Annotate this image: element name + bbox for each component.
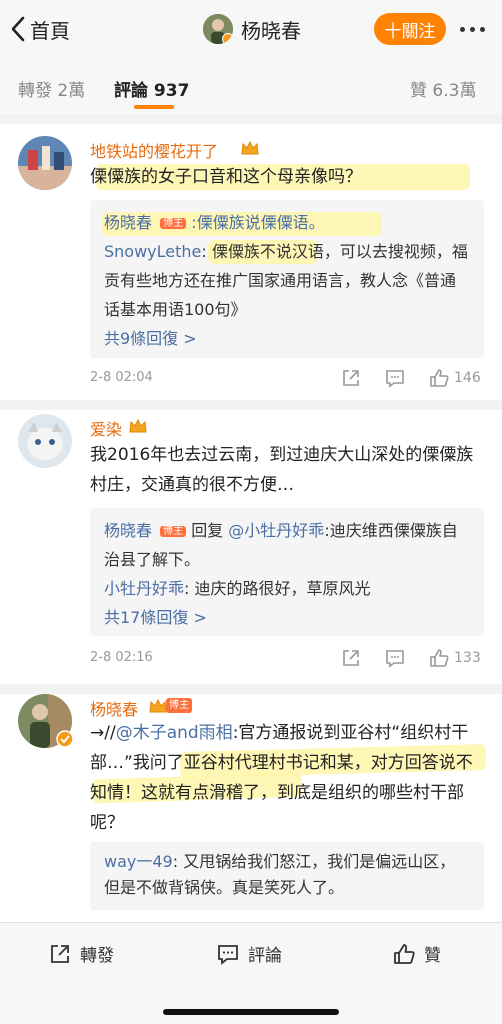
- comment-time: 2-8 02:04: [90, 370, 153, 385]
- comment-username[interactable]: 地铁站的樱花开了: [90, 138, 218, 162]
- comment-label: 評論: [248, 946, 282, 966]
- profile-title[interactable]: 杨晓春: [203, 12, 301, 46]
- comment-icon: [386, 650, 404, 668]
- divider: [0, 684, 502, 694]
- share-icon: [343, 370, 359, 386]
- back-button[interactable]: 首頁: [10, 14, 70, 44]
- comment-text: 我2016年也去过云南，到过迪庆大山深处的傈僳族村庄，交通真的很不方便…: [90, 445, 474, 495]
- reply-item: SnowyLethe: 傈僳族不说汉语，可以去搜视频，福贡有些地方还在推广国家通…: [104, 237, 470, 324]
- comment-text: →//@木子and雨相:官方通报说到亚谷村“组织村干部…”我问了亚谷村代理村书记…: [90, 718, 480, 838]
- follow-button[interactable]: 十關注: [374, 13, 446, 45]
- crown-icon: [241, 140, 259, 155]
- avatar-image: [18, 136, 72, 190]
- home-indicator[interactable]: [163, 1009, 339, 1015]
- tab-bar: 轉發 2萬 評論 937 贊 6.3萬: [0, 58, 502, 114]
- mention-link[interactable]: @木子and雨相: [116, 723, 233, 743]
- tab-likes[interactable]: 贊 6.3萬: [410, 76, 476, 101]
- active-tab-indicator: [134, 105, 174, 109]
- divider: [0, 400, 502, 410]
- comment-username[interactable]: 爱染: [90, 416, 122, 440]
- crown-icon: [149, 698, 167, 713]
- avatar-image: [18, 414, 72, 468]
- thumbs-up-icon: [430, 649, 449, 667]
- author-badge: 博主: [160, 526, 187, 537]
- comment-button[interactable]: 評論: [216, 941, 282, 966]
- reply-username[interactable]: 杨晓春: [104, 521, 152, 540]
- comment-time: 2-8 02:16: [90, 650, 153, 665]
- tab-comments[interactable]: 評論 937: [114, 76, 189, 101]
- bottom-action-bar: 轉發 評論 贊: [0, 922, 502, 1024]
- reply-username[interactable]: 小牡丹好乖: [104, 579, 184, 598]
- more-options-button[interactable]: [452, 16, 492, 42]
- top-bar: 首頁 杨晓春 十關注: [0, 0, 502, 58]
- chevron-left-icon: [11, 16, 25, 42]
- dot-icon: [479, 26, 485, 32]
- reply-username[interactable]: 杨晓春: [104, 213, 152, 232]
- like-button[interactable]: 146: [428, 367, 481, 389]
- like-button[interactable]: 贊: [392, 941, 441, 966]
- reply-item: 小牡丹好乖: 迪庆的路很好，草原风光: [104, 574, 470, 603]
- comment-icon: [386, 370, 404, 388]
- share-icon: [51, 944, 69, 963]
- comment-item: 爱染 我2016年也去过云南，到过迪庆大山深处的傈僳族村庄，交通真的很不方便… …: [0, 410, 502, 684]
- avatar[interactable]: [203, 14, 233, 44]
- reply-text: :傈僳族说傈僳语。: [191, 213, 325, 232]
- dot-icon: [459, 26, 465, 32]
- like-count: 146: [454, 370, 481, 386]
- reply-text: : 迪庆的路很好，草原风光: [184, 579, 371, 598]
- avatar[interactable]: [18, 414, 72, 468]
- verified-badge-icon: [222, 33, 233, 44]
- reply-button[interactable]: [384, 367, 406, 389]
- author-badge: 博主: [160, 218, 187, 229]
- share-button[interactable]: [340, 367, 362, 389]
- share-button[interactable]: [340, 647, 362, 669]
- dot-icon: [469, 26, 475, 32]
- divider: [0, 114, 502, 124]
- page-title: 杨晓春: [241, 18, 301, 43]
- crown-icon: [129, 418, 147, 433]
- repost-button[interactable]: 轉發: [48, 941, 114, 966]
- reply-item: way一49: 又甩锅给我们怒江，我们是偏远山区，但是不做背锅侠。真是笑死人了。: [104, 849, 470, 901]
- tab-repost[interactable]: 轉發 2萬: [18, 76, 85, 101]
- comment-icon: [218, 944, 238, 965]
- reply-item: 杨晓春 博主 回复 @小牡丹好乖:迪庆维西傈僳族自治县了解下。: [104, 516, 470, 574]
- like-button[interactable]: 133: [428, 647, 481, 669]
- share-icon: [343, 650, 359, 666]
- author-badge: 博主: [166, 698, 192, 713]
- comment-item: 杨晓春 博主 →//@木子and雨相:官方通报说到亚谷村“组织村干部…”我问了亚…: [0, 694, 502, 922]
- reply-button[interactable]: [384, 647, 406, 669]
- comment-item: 地铁站的樱花开了 傈僳族的女子口音和这个母亲像吗？ 杨晓春 博主 :傈僳族说傈僳…: [0, 124, 502, 400]
- more-replies-link[interactable]: 共9條回復 >: [104, 324, 470, 353]
- verified-badge-icon: [56, 730, 74, 748]
- comment-username[interactable]: 杨晓春: [90, 696, 138, 720]
- back-label: 首頁: [30, 18, 70, 43]
- reply-username[interactable]: SnowyLethe: [104, 242, 201, 261]
- reply-username[interactable]: way一49: [104, 852, 173, 871]
- like-count: 133: [454, 650, 481, 666]
- mention-link[interactable]: @小牡丹好乖: [228, 521, 324, 540]
- reply-box[interactable]: 杨晓春 博主 回复 @小牡丹好乖:迪庆维西傈僳族自治县了解下。 小牡丹好乖: 迪…: [90, 508, 484, 636]
- reply-item: 杨晓春 博主 :傈僳族说傈僳语。: [104, 208, 470, 237]
- thumbs-up-icon: [394, 943, 415, 964]
- reply-box[interactable]: 杨晓春 博主 :傈僳族说傈僳语。 SnowyLethe: 傈僳族不说汉语，可以去…: [90, 200, 484, 358]
- thumbs-up-icon: [430, 369, 449, 387]
- reply-box[interactable]: way一49: 又甩锅给我们怒江，我们是偏远山区，但是不做背锅侠。真是笑死人了。: [90, 842, 484, 910]
- comment-text: 傈僳族的女子口音和这个母亲像吗？: [90, 167, 362, 187]
- reply-prefix: 回复: [186, 521, 229, 540]
- repost-label: 轉發: [80, 946, 114, 966]
- more-replies-link[interactable]: 共17條回復 >: [104, 603, 470, 632]
- avatar[interactable]: [18, 136, 72, 190]
- comment-prefix: →//: [90, 723, 116, 743]
- like-label: 贊: [424, 946, 441, 966]
